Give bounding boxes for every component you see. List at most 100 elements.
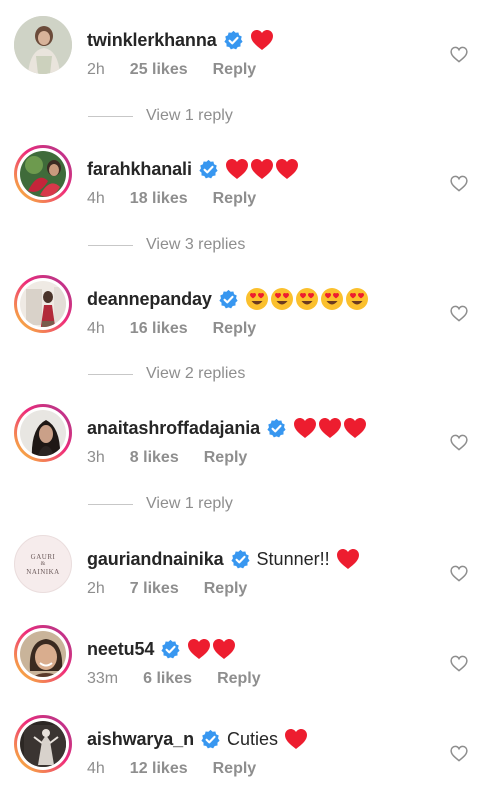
like-heart-icon[interactable] — [450, 46, 468, 63]
view-replies-button[interactable]: View 3 replies — [88, 235, 245, 255]
heart-eyes-icon — [245, 287, 269, 311]
verified-badge-icon — [266, 418, 287, 439]
likes-count[interactable]: 25 likes — [130, 61, 188, 79]
red-heart-icon — [187, 638, 211, 660]
comment-meta: 4h 16 likes Reply — [87, 320, 256, 338]
avatar-logo-text: & — [40, 560, 46, 567]
comment-header: deannepanday — [87, 285, 369, 313]
comment-header: gauriandnainika Stunner!! — [87, 545, 360, 573]
comment-text: Cuties — [226, 728, 278, 749]
view-replies-button[interactable]: View 1 reply — [88, 106, 233, 126]
red-heart-icon — [318, 417, 342, 439]
red-heart-icon — [250, 29, 274, 51]
red-heart-icon — [212, 638, 236, 660]
comment-header: neetu54 — [87, 635, 236, 663]
username[interactable]: neetu54 — [87, 639, 154, 660]
red-heart-icon — [336, 548, 360, 570]
likes-count[interactable]: 8 likes — [130, 449, 179, 467]
like-heart-icon[interactable] — [450, 305, 468, 322]
reply-button[interactable]: Reply — [217, 670, 261, 688]
comment-meta: 2h 25 likes Reply — [87, 61, 256, 79]
comment-text: Stunner!! — [256, 548, 330, 569]
comment-meta: 3h 8 likes Reply — [87, 449, 247, 467]
comment-meta: 2h 7 likes Reply — [87, 580, 247, 598]
username[interactable]: deannepanday — [87, 289, 212, 310]
heart-eyes-icon — [295, 287, 319, 311]
emoji-group — [187, 638, 236, 660]
like-heart-icon[interactable] — [450, 434, 468, 451]
likes-count[interactable]: 6 likes — [143, 670, 192, 688]
comment-header: anaitashroffadajania — [87, 414, 367, 442]
emoji-group — [336, 548, 360, 570]
comment-item: twinklerkhanna 2h 25 likes Reply — [0, 16, 500, 78]
comment-meta: 4h 18 likes Reply — [87, 190, 256, 208]
username[interactable]: twinklerkhanna — [87, 30, 217, 51]
verified-badge-icon — [223, 30, 244, 51]
verified-badge-icon — [198, 159, 219, 180]
username[interactable]: anaitashroffadajania — [87, 418, 260, 439]
red-heart-icon — [250, 158, 274, 180]
username[interactable]: gauriandnainika — [87, 549, 224, 570]
emoji-group — [293, 417, 367, 439]
red-heart-icon — [343, 417, 367, 439]
avatar[interactable] — [14, 275, 72, 333]
reply-button[interactable]: Reply — [204, 449, 248, 467]
like-heart-icon[interactable] — [450, 655, 468, 672]
red-heart-icon — [293, 417, 317, 439]
avatar-logo-text: NAINIKA — [26, 567, 60, 576]
red-heart-icon — [225, 158, 249, 180]
reply-button[interactable]: Reply — [213, 61, 257, 79]
verified-badge-icon — [230, 549, 251, 570]
verified-badge-icon — [160, 639, 181, 660]
like-heart-icon[interactable] — [450, 565, 468, 582]
comment-item: anaitashroffadajania 3h 8 likes Reply — [0, 404, 500, 466]
avatar[interactable] — [14, 625, 72, 683]
emoji-group — [225, 158, 299, 180]
divider-line — [88, 503, 133, 505]
avatar[interactable] — [14, 404, 72, 462]
view-replies-label[interactable]: View 3 replies — [146, 236, 245, 254]
username[interactable]: aishwarya_n — [87, 729, 194, 750]
likes-count[interactable]: 16 likes — [130, 320, 188, 338]
comment-time: 3h — [87, 449, 105, 466]
comment-header: twinklerkhanna — [87, 26, 274, 54]
like-heart-icon[interactable] — [450, 175, 468, 192]
reply-button[interactable]: Reply — [213, 190, 257, 208]
comment-time: 2h — [87, 61, 105, 78]
like-heart-icon[interactable] — [450, 745, 468, 762]
avatar[interactable] — [14, 16, 72, 74]
comment-item: deannepanday 4h 16 likes Reply — [0, 275, 500, 337]
avatar[interactable]: GAURI & NAINIKA — [14, 535, 72, 593]
avatar-logo-text: GAURI — [30, 552, 56, 561]
comment-time: 4h — [87, 190, 105, 207]
comment-header: farahkhanali — [87, 155, 299, 183]
likes-count[interactable]: 18 likes — [130, 190, 188, 208]
view-replies-button[interactable]: View 1 reply — [88, 494, 233, 514]
likes-count[interactable]: 7 likes — [130, 580, 179, 598]
emoji-group — [284, 728, 308, 750]
comment-item: aishwarya_n Cuties 4h 12 likes Reply — [0, 715, 500, 777]
view-replies-label[interactable]: View 1 reply — [146, 107, 233, 125]
comment-item: farahkhanali 4h 18 likes Reply — [0, 145, 500, 207]
comment-time: 2h — [87, 580, 105, 597]
view-replies-label[interactable]: View 2 replies — [146, 365, 245, 383]
divider-line — [88, 373, 133, 375]
reply-button[interactable]: Reply — [213, 320, 257, 338]
reply-button[interactable]: Reply — [204, 580, 248, 598]
username[interactable]: farahkhanali — [87, 159, 192, 180]
red-heart-icon — [275, 158, 299, 180]
likes-count[interactable]: 12 likes — [130, 760, 188, 778]
verified-badge-icon — [200, 729, 221, 750]
divider-line — [88, 115, 133, 117]
reply-button[interactable]: Reply — [213, 760, 257, 778]
comment-time: 4h — [87, 320, 105, 337]
view-replies-button[interactable]: View 2 replies — [88, 364, 245, 384]
heart-eyes-icon — [320, 287, 344, 311]
verified-badge-icon — [218, 289, 239, 310]
heart-eyes-icon — [345, 287, 369, 311]
heart-eyes-icon — [270, 287, 294, 311]
view-replies-label[interactable]: View 1 reply — [146, 495, 233, 513]
avatar[interactable] — [14, 145, 72, 203]
avatar[interactable] — [14, 715, 72, 773]
emoji-group — [245, 287, 369, 311]
